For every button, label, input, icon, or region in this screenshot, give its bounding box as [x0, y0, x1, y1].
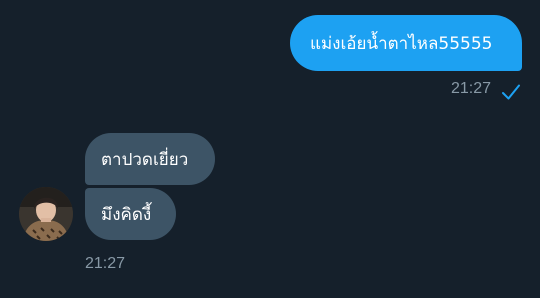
message-text: แม่งเอ้ยน้ำตาไหล55555	[310, 33, 493, 54]
avatar-image	[19, 187, 73, 241]
avatar[interactable]	[19, 187, 73, 241]
outgoing-message-bubble[interactable]: แม่งเอ้ยน้ำตาไหล55555	[290, 15, 522, 71]
incoming-message-bubble[interactable]: มึงคิดงี้	[85, 188, 176, 240]
incoming-message-bubble[interactable]: ตาปวดเยี่ยว	[85, 133, 215, 185]
message-timestamp: 21:27	[85, 255, 126, 272]
check-icon	[502, 84, 520, 100]
message-text: ตาปวดเยี่ยว	[101, 149, 189, 170]
message-timestamp: 21:27	[451, 80, 492, 97]
message-text: มึงคิดงี้	[101, 204, 152, 225]
